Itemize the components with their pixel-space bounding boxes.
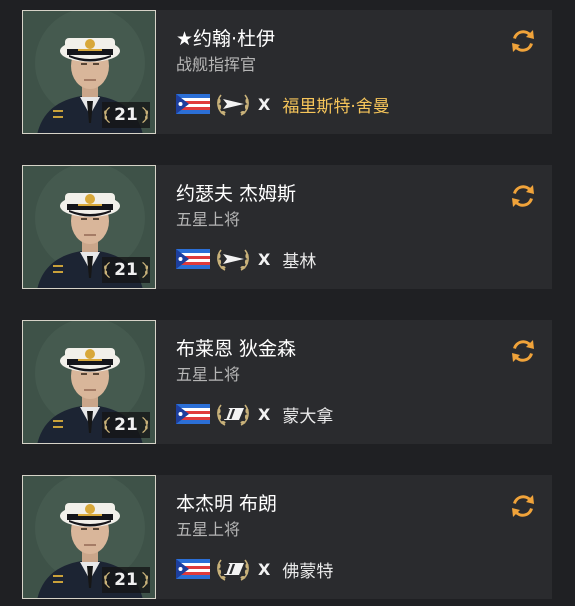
commander-name: 本杰明 布朗 (176, 493, 278, 515)
commander-level: 21 (114, 105, 138, 125)
ship-tier: X (258, 249, 271, 269)
commander-name: ★约翰·杜伊 (176, 28, 276, 50)
refresh-icon[interactable] (508, 336, 538, 366)
battleship-icon (215, 555, 251, 583)
ship-name: 佛蒙特 (282, 561, 334, 582)
pan-america-flag-icon (176, 249, 210, 269)
laurel-left-icon (104, 571, 111, 589)
commander-rank: 五星上将 (176, 365, 241, 384)
laurel-right-icon (141, 106, 148, 124)
commander-card[interactable]: 21 本杰明 布朗 五星上将 X 佛蒙特 (22, 475, 552, 599)
commander-list: 21 ★约翰·杜伊 战舰指挥官 X 福里斯特·舍曼 21 约瑟夫 杰姆斯 五星上… (0, 0, 575, 606)
refresh-icon[interactable] (508, 181, 538, 211)
commander-portrait: 21 (22, 475, 156, 599)
commander-portrait: 21 (22, 320, 156, 444)
commander-name: 约瑟夫 杰姆斯 (176, 183, 297, 205)
commander-level-badge: 21 (102, 567, 150, 593)
commander-level-badge: 21 (102, 257, 150, 283)
refresh-icon[interactable] (508, 491, 538, 521)
commander-level: 21 (114, 570, 138, 590)
commander-card[interactable]: 21 布莱恩 狄金森 五星上将 X 蒙大拿 (22, 320, 552, 444)
assigned-ship: X 基林 (176, 245, 317, 273)
commander-level: 21 (114, 260, 138, 280)
ship-tier: X (258, 559, 271, 579)
pan-america-flag-icon (176, 404, 210, 424)
laurel-left-icon (104, 261, 111, 279)
assigned-ship: X 蒙大拿 (176, 400, 334, 428)
commander-name: 布莱恩 狄金森 (176, 338, 297, 360)
commander-portrait: 21 (22, 165, 156, 289)
assigned-ship: X 佛蒙特 (176, 555, 334, 583)
commander-level-badge: 21 (102, 102, 150, 128)
commander-rank: 五星上将 (176, 210, 241, 229)
pan-america-flag-icon (176, 559, 210, 579)
destroyer-icon (215, 90, 251, 118)
ship-tier: X (258, 94, 271, 114)
destroyer-icon (215, 245, 251, 273)
commander-card[interactable]: 21 约瑟夫 杰姆斯 五星上将 X 基林 (22, 165, 552, 289)
laurel-left-icon (104, 416, 111, 434)
laurel-right-icon (141, 261, 148, 279)
commander-rank: 战舰指挥官 (176, 55, 257, 74)
laurel-left-icon (104, 106, 111, 124)
refresh-icon[interactable] (508, 26, 538, 56)
commander-card[interactable]: 21 ★约翰·杜伊 战舰指挥官 X 福里斯特·舍曼 (22, 10, 552, 134)
ship-name: 蒙大拿 (282, 406, 334, 427)
ship-name: 福里斯特·舍曼 (282, 96, 390, 117)
pan-america-flag-icon (176, 94, 210, 114)
commander-level-badge: 21 (102, 412, 150, 438)
commander-rank: 五星上将 (176, 520, 241, 539)
commander-level: 21 (114, 415, 138, 435)
ship-name: 基林 (282, 251, 317, 272)
commander-portrait: 21 (22, 10, 156, 134)
battleship-icon (215, 400, 251, 428)
assigned-ship: X 福里斯特·舍曼 (176, 90, 390, 118)
laurel-right-icon (141, 416, 148, 434)
laurel-right-icon (141, 571, 148, 589)
ship-tier: X (258, 404, 271, 424)
